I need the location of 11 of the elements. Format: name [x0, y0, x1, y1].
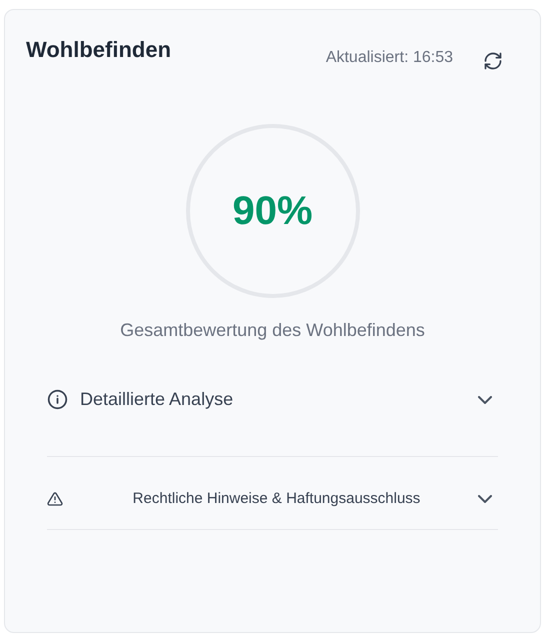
- chevron-icon: [478, 494, 492, 502]
- score-caption: Gesamtbewertung des Wohlbefindens: [119, 320, 426, 341]
- chevron-icon: [478, 396, 492, 404]
- warning-icon: [47, 490, 63, 506]
- accordion-header[interactable]: Rechtliche Hinweise & Haftungsausschluss: [47, 457, 498, 530]
- card-title: Wohlbefinden: [26, 36, 172, 64]
- accordion-header[interactable]: Detaillierte Analyse: [47, 377, 498, 457]
- score-value: 90%: [232, 188, 313, 234]
- refresh-icon: [483, 51, 503, 71]
- info-icon: [47, 389, 68, 410]
- updated-time: Aktualisiert: 16:53: [326, 49, 453, 67]
